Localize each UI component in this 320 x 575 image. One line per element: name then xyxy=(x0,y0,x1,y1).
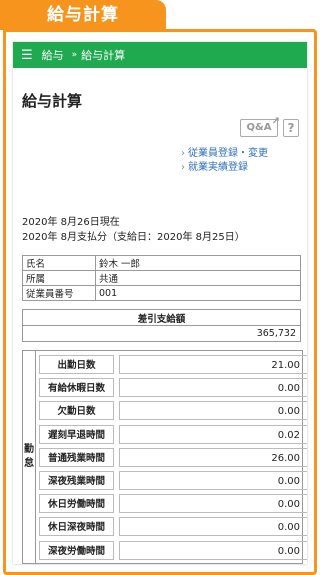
department-value: 共通 xyxy=(95,270,301,286)
help-button[interactable]: ? xyxy=(283,119,299,137)
payment-period: 2020年 8月支払分（支給日：2020年 8月25日） xyxy=(22,232,245,243)
attendance-label: 遅刻早退時間 xyxy=(39,424,114,444)
external-link-icon: ↗ xyxy=(271,116,280,127)
attendance-value: 0.00 xyxy=(119,471,307,490)
employee-number-label: 従業員番号 xyxy=(22,285,96,301)
breadcrumb-current: 給与計算 xyxy=(81,49,126,62)
attendance-label: 休日労働時間 xyxy=(39,494,114,514)
as-of-date: 2020年 8月26日現在 xyxy=(22,217,120,228)
attendance-row: 深夜残業時間 0.00 xyxy=(39,471,307,490)
name-value: 鈴木 一郎 xyxy=(95,255,301,271)
attendance-label: 普通残業時間 xyxy=(39,447,114,467)
table-row: 所属 共通 xyxy=(22,270,301,286)
table-row: 従業員番号 001 xyxy=(22,285,301,301)
department-label: 所属 xyxy=(22,270,96,286)
work-record-link[interactable]: › 就業実績登録 xyxy=(181,161,307,175)
attendance-label: 欠勤日数 xyxy=(39,401,114,421)
net-pay-label: 差引支給額 xyxy=(22,309,301,326)
attendance-row: 休日労働時間 0.00 xyxy=(39,494,307,514)
breadcrumb-root[interactable]: 給与 xyxy=(42,47,64,63)
breadcrumb-separator: » xyxy=(71,50,78,60)
related-links: › 従業員登録・変更 › 就業実績登録 xyxy=(181,147,307,175)
attendance-row: 出勤日数 21.00 xyxy=(39,355,307,374)
section-tab-label: 給与計算 xyxy=(0,0,166,30)
chevron-right-icon: › xyxy=(181,148,185,159)
attendance-row: 遅刻早退時間 0.02 xyxy=(39,424,307,444)
chevron-right-icon: › xyxy=(181,162,185,173)
attendance-value: 0.00 xyxy=(119,517,307,537)
name-label: 氏名 xyxy=(22,255,96,271)
header-bar: ☰ 給与 » 給与計算 xyxy=(13,42,307,68)
hamburger-menu-icon[interactable]: ☰ xyxy=(21,48,33,63)
side-label-char: 怠 xyxy=(24,458,34,469)
link-label: 就業実績登録 xyxy=(188,162,248,173)
employee-number-value: 001 xyxy=(95,285,301,301)
attendance-row: 欠勤日数 0.00 xyxy=(39,401,307,421)
link-label: 従業員登録・変更 xyxy=(188,148,268,159)
qa-label: Q&A xyxy=(246,122,272,133)
attendance-value: 0.00 xyxy=(119,401,307,421)
side-label-char: 勤 xyxy=(24,444,34,455)
table-row: 氏名 鈴木 一郎 xyxy=(22,255,301,271)
employee-info-table: 氏名 鈴木 一郎 所属 共通 従業員番号 001 xyxy=(22,255,301,301)
attendance-label: 深夜残業時間 xyxy=(39,471,114,490)
attendance-value: 21.00 xyxy=(119,355,307,374)
page-title: 給与計算 xyxy=(22,92,83,110)
employee-registration-link[interactable]: › 従業員登録・変更 xyxy=(181,147,307,161)
attendance-label: 深夜労働時間 xyxy=(39,540,114,560)
attendance-value: 0.00 xyxy=(119,540,307,560)
attendance-value: 26.00 xyxy=(119,447,307,467)
attendance-label: 休日深夜時間 xyxy=(39,517,114,537)
attendance-section: 勤 怠 出勤日数 21.00 有給休暇日数 0.00 欠勤日数 0.00 遅刻早退時間 0.0… xyxy=(22,350,307,564)
attendance-row: 普通残業時間 26.00 xyxy=(39,447,307,467)
net-pay-table: 差引支給額 365,732 xyxy=(22,309,301,342)
attendance-row: 深夜労働時間 0.00 xyxy=(39,540,307,560)
attendance-label: 出勤日数 xyxy=(39,355,114,374)
attendance-row: 有給休暇日数 0.00 xyxy=(39,378,307,398)
attendance-row: 休日深夜時間 0.00 xyxy=(39,517,307,537)
app-page: ☰ 給与 » 給与計算 給与計算 Q&A ↗ ? › 従業員登録・変更 › 就業実績… xyxy=(13,42,307,564)
attendance-label: 有給休暇日数 xyxy=(39,378,114,398)
help-buttons: Q&A ↗ ? xyxy=(13,116,299,137)
date-block: 2020年 8月26日現在 2020年 8月支払分（支給日：2020年 8月25… xyxy=(22,215,307,245)
attendance-value: 0.00 xyxy=(119,494,307,514)
attendance-side-label: 勤 怠 xyxy=(23,351,36,563)
qa-button[interactable]: Q&A ↗ xyxy=(240,116,280,137)
attendance-value: 0.02 xyxy=(119,424,307,444)
net-pay-value: 365,732 xyxy=(22,325,301,342)
screen-frame: ☰ 給与 » 給与計算 給与計算 Q&A ↗ ? › 従業員登録・変更 › 就業実績… xyxy=(3,29,317,575)
attendance-value: 0.00 xyxy=(119,378,307,398)
